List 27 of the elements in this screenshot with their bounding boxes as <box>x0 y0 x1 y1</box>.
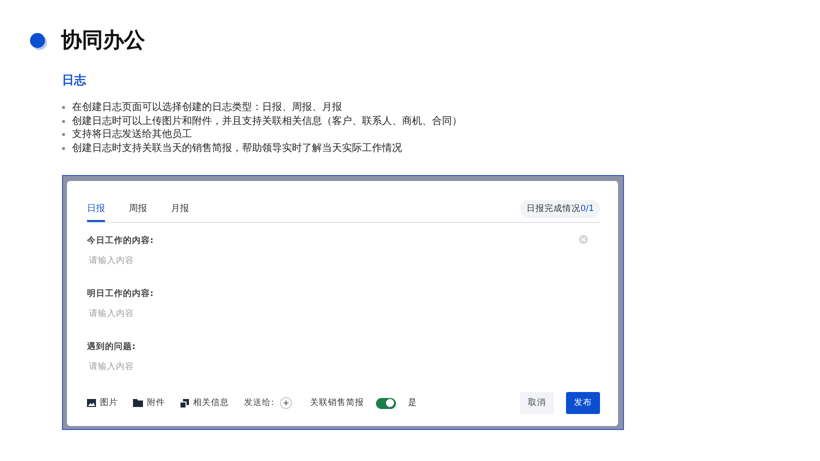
slide-title: 协同办公 <box>61 27 145 54</box>
toolbar-button[interactable]: 附件 <box>133 397 165 409</box>
publish-button[interactable]: 发布 <box>566 392 600 414</box>
field-label: 遇到的问题: <box>87 341 136 353</box>
tab[interactable]: 月报 <box>171 198 189 222</box>
section-heading: 日志 <box>62 72 88 89</box>
tab[interactable]: 日报 <box>87 198 105 222</box>
add-icon[interactable] <box>280 397 292 409</box>
bullet-dot <box>30 32 45 48</box>
bullet-text: 创建日志时支持关联当天的销售简报，帮助领导实时了解当天实际工作情况 <box>72 142 402 155</box>
switch-label: 关联销售简报 <box>310 397 364 409</box>
image-icon <box>87 399 96 407</box>
folder-icon <box>133 399 143 407</box>
completion-badge: 日报完成情况0/1 <box>520 200 600 218</box>
bullet-text: 创建日志时可以上传图片和附件，并且支持关联相关信息（客户、联系人、商机、合同） <box>72 114 462 128</box>
cancel-button[interactable]: 取消 <box>520 392 554 414</box>
tab[interactable]: 周报 <box>129 198 147 222</box>
switch-value: 是 <box>408 397 417 409</box>
toggle-switch[interactable] <box>376 398 396 408</box>
field-label: 今日工作的内容: <box>87 235 154 247</box>
toolbar-button[interactable]: 相关信息 <box>180 397 229 409</box>
toolbar-button[interactable]: 图片 <box>87 397 118 409</box>
send-to-label: 发送给: <box>244 397 274 409</box>
bullet-text: 支持将日志发送给其他员工 <box>72 128 192 142</box>
field-label: 明日工作的内容: <box>87 288 154 300</box>
copy-icon <box>180 398 189 408</box>
bullet-text: 在创建日志页面可以选择创建的日志类型：日报、周报、月报 <box>72 101 342 114</box>
